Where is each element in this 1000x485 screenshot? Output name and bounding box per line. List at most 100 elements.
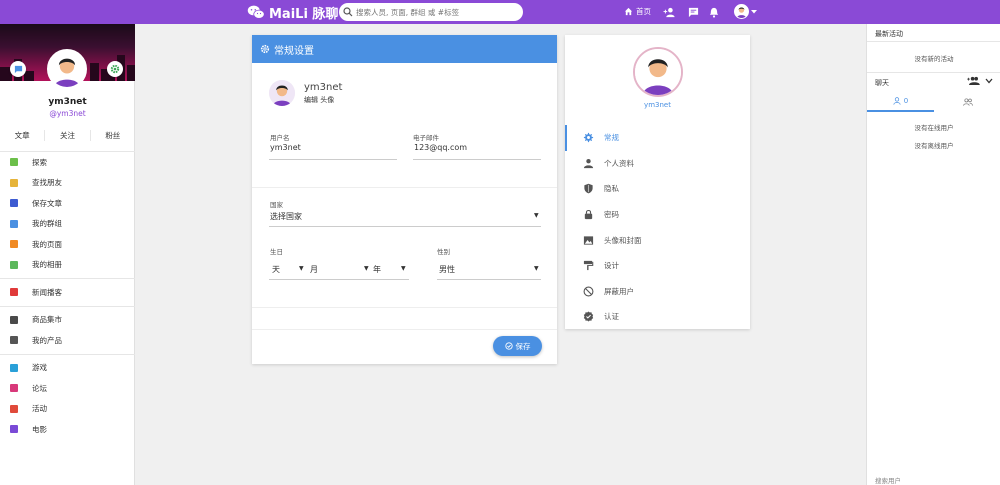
settings-menu-item[interactable]: 设计 [565,253,750,279]
sidebar-item[interactable]: 探索 [0,152,135,173]
search-users-input[interactable]: 搜索用户 [875,475,901,485]
avatar[interactable] [269,80,295,106]
check-circle-icon [504,342,513,350]
sidebar-item[interactable]: 查找朋友 [0,173,135,194]
sidebar-item-icon [10,425,18,434]
tab-offline[interactable] [934,92,1000,112]
settings-menu: ym3net 常规个人资料隐私 密码 头像和封面 设计屏蔽用户认证 [565,35,750,329]
divider [867,41,1000,42]
settings-menu-item[interactable]: 个人资料 [565,151,750,177]
user-avatar-icon [269,80,295,106]
user-avatar-icon [49,51,85,87]
sidebar-menu: 探索查找朋友 保存文章我的群组我的页面 我的相册新闻播客商品集市我的产品游戏论坛活动… [0,151,135,440]
settings-menu-label: 屏蔽用户 [604,286,634,296]
tab-online[interactable]: 0 [867,92,934,112]
country-select[interactable]: 选择国家 [270,211,302,222]
day-select[interactable]: 天 [272,264,280,275]
sidebar-item[interactable]: 我的页面 [0,234,135,255]
settings-menu-item[interactable]: 常规 [565,125,750,151]
email-input[interactable]: 123@qq.com [414,143,467,152]
chat-icon [14,65,22,73]
settings-menu-item[interactable]: 头像和封面 [565,227,750,253]
settings-menu-label: 认证 [604,312,619,322]
sidebar-item-label: 我的群组 [32,219,62,229]
user-avatar-icon [635,49,681,95]
home-link[interactable]: 首页 [624,6,651,17]
person-icon [583,158,594,168]
gear-icon [260,44,270,54]
image-icon [583,236,594,245]
settings-user-name[interactable]: ym3net [565,101,750,109]
divider [0,305,135,307]
profile-avatar[interactable] [47,49,87,89]
user-avatar-icon [735,5,748,18]
sidebar-item[interactable]: 论坛 [0,378,135,399]
brand-logo[interactable]: MaiLi 脉聊 [247,3,338,22]
save-label: 保存 [515,341,531,351]
year-select[interactable]: 年 [373,264,381,275]
wechat-logo-icon [247,5,265,19]
sidebar-item[interactable]: 我的相册 [0,255,135,276]
sidebar-item[interactable]: 电影 [0,419,135,440]
username-input[interactable]: ym3net [270,143,301,152]
divider [252,187,557,188]
stat-followers[interactable]: 粉丝 [91,130,135,141]
verified-icon [583,311,594,322]
email-underline [413,159,541,160]
sidebar-item-icon [10,158,18,167]
country-underline [269,226,541,227]
sidebar-item-icon [10,288,18,297]
profile-handle[interactable]: @ym3net [0,109,135,118]
save-button[interactable]: 保存 [493,336,542,356]
settings-menu-item[interactable]: 认证 [565,304,750,330]
sidebar-item-icon [10,219,18,228]
sidebar-item[interactable]: 商品集市 [0,310,135,331]
sidebar-item-label: 活动 [32,404,47,414]
chevron-down-icon: ▼ [534,265,539,272]
settings-menu-item[interactable]: 屏蔽用户 [565,279,750,305]
settings-avatar[interactable] [633,47,683,97]
stat-following[interactable]: 关注 [45,130,91,141]
online-count: 0 [903,97,909,105]
gender-select[interactable]: 男性 [439,264,455,275]
group-add-icon[interactable] [967,76,980,85]
home-label: 首页 [636,7,651,16]
sidebar-item[interactable]: 我的产品 [0,330,135,351]
profile-settings-button[interactable] [107,61,123,77]
gender-label: 性别 [437,248,450,256]
chat-tabs: 0 [867,92,1000,112]
sidebar-item-label: 电影 [32,424,47,434]
settings-menu-item[interactable]: 隐私 [565,176,750,202]
global-search[interactable] [339,3,523,21]
settings-menu-label: 个人资料 [604,158,634,168]
settings-menu-item[interactable]: 密码 [565,202,750,228]
month-select[interactable]: 月 [310,264,318,275]
block-icon [583,286,594,297]
notifications-button[interactable] [707,5,721,19]
sidebar-item[interactable]: 我的群组 [0,214,135,235]
messages-button[interactable] [686,5,700,19]
sidebar-item[interactable]: 新闻播客 [0,282,135,303]
gear-icon [110,64,120,74]
sidebar-item-label: 我的产品 [32,335,62,345]
sidebar-item-label: 游戏 [32,363,47,373]
paint-roller-icon [583,261,594,271]
sidebar-item[interactable]: 活动 [0,399,135,420]
sidebar-item[interactable]: 游戏 [0,358,135,379]
chevron-down-icon: ▼ [364,265,369,272]
chat-button[interactable] [10,61,26,77]
stat-posts[interactable]: 文章 [0,130,46,141]
search-input[interactable] [356,7,516,17]
profile-name[interactable]: ym3net [0,97,135,107]
sidebar-item-label: 探索 [32,157,47,167]
edit-avatar-link[interactable]: 编辑 头像 [304,95,342,105]
sidebar-item-label: 论坛 [32,383,47,393]
friend-requests-button[interactable] [662,5,676,19]
chevron-down-icon[interactable] [985,78,993,84]
user-menu[interactable] [734,4,757,19]
chevron-down-icon: ▼ [534,212,539,219]
sidebar-item-icon [10,199,18,208]
person-icon [893,97,901,105]
settings-menu-label: 常规 [604,133,619,143]
sidebar-item[interactable]: 保存文章 [0,193,135,214]
